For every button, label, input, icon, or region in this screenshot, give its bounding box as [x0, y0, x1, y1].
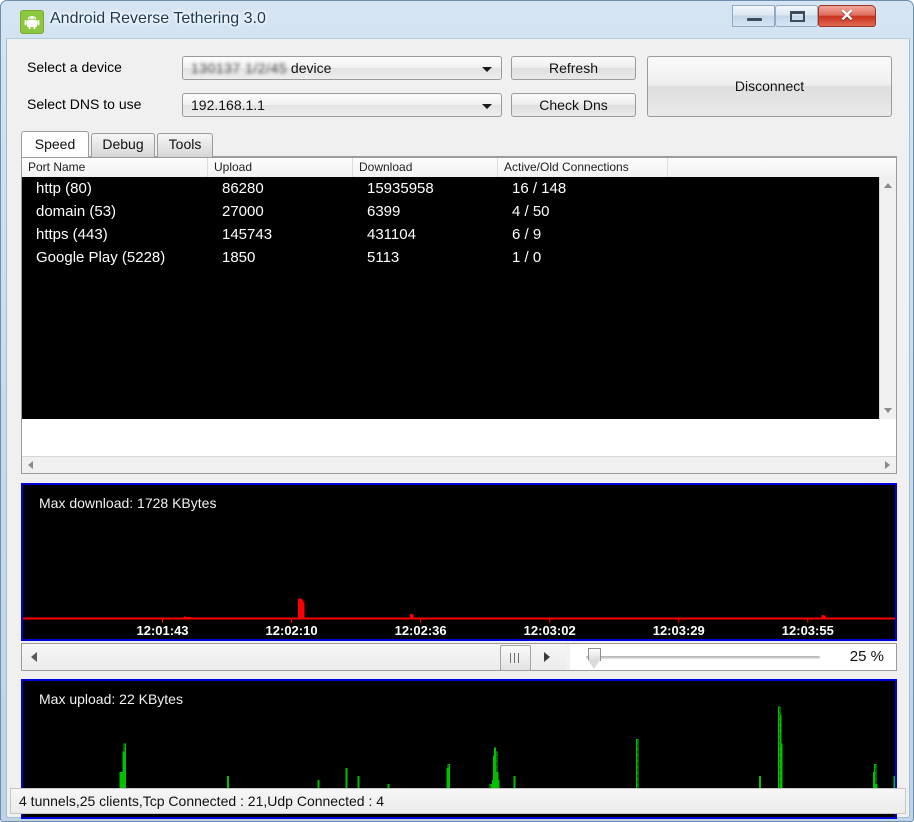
- list-horizontal-scrollbar[interactable]: [22, 456, 896, 473]
- column-header-active-old-connections[interactable]: Active/Old Connections: [498, 158, 668, 177]
- device-value-suffix: device: [287, 60, 332, 76]
- refresh-button[interactable]: Refresh: [511, 56, 636, 80]
- grip-icon: [510, 653, 521, 663]
- table-row[interactable]: https (443) 145743 431104 6 / 9: [22, 223, 896, 246]
- axis-tick-label: 12:03:55: [781, 623, 834, 638]
- scroll-up-arrow[interactable]: [880, 177, 897, 194]
- axis-tick-label: 12:03:02: [523, 623, 576, 638]
- table-cell: https (443): [36, 226, 108, 243]
- connections-list: Port Name Upload Download Active/Old Connec…: [21, 157, 897, 474]
- download-graph-axis: 12:01:43 12:02:10 12:02:36 12:03:02 12:03:29…: [23, 621, 895, 639]
- table-row[interactable]: http (80) 86280 15935958 16 / 148: [22, 177, 896, 200]
- graph-scroll-left-arrow[interactable]: [24, 644, 44, 670]
- zoom-slider-track[interactable]: [586, 656, 820, 659]
- table-cell: 1850: [222, 249, 256, 266]
- table-cell: 1 / 0: [512, 249, 542, 266]
- graph-scroll-bar: 25 %: [21, 643, 897, 671]
- download-graph: Max download: 1728 KBytes 12:01:43 12:02:…: [21, 483, 897, 641]
- table-cell: 86280: [222, 180, 264, 197]
- column-header-upload[interactable]: Upload: [208, 158, 353, 177]
- tab-strip: Speed Debug Tools: [21, 131, 897, 157]
- dns-value: 192.168.1.1: [191, 97, 265, 113]
- axis-tick-label: 12:03:29: [652, 623, 705, 638]
- scroll-down-arrow[interactable]: [880, 402, 897, 419]
- graph-horizontal-scrollbar[interactable]: [22, 644, 566, 671]
- close-button[interactable]: ✕: [818, 5, 876, 27]
- tab-tools[interactable]: Tools: [157, 133, 213, 157]
- maximize-icon: [790, 11, 805, 22]
- app-window: Android Reverse Tethering 3.0 ✕ Select a…: [0, 0, 914, 822]
- axis-tick-label: 12:01:43: [136, 623, 189, 638]
- maximize-button[interactable]: [775, 5, 818, 27]
- table-cell: Google Play (5228): [36, 249, 166, 266]
- minimize-icon: [747, 18, 762, 21]
- device-label: Select a device: [27, 59, 122, 75]
- axis-tick-label: 12:02:36: [394, 623, 447, 638]
- chevron-down-icon: [482, 104, 492, 109]
- scroll-right-arrow[interactable]: [879, 457, 896, 474]
- dns-label: Select DNS to use: [27, 96, 142, 112]
- column-header-port-name[interactable]: Port Name: [22, 158, 208, 177]
- table-cell: 27000: [222, 203, 264, 220]
- table-cell: 6 / 9: [512, 226, 542, 243]
- zoom-slider[interactable]: 25 %: [570, 644, 896, 670]
- table-cell: 431104: [367, 226, 416, 243]
- table-cell: 4 / 50: [512, 203, 550, 220]
- disconnect-button[interactable]: Disconnect: [647, 56, 892, 117]
- column-header-download[interactable]: Download: [353, 158, 498, 177]
- graph-scroll-right-arrow[interactable]: [537, 644, 557, 670]
- device-value-blurred: 130137 1/2/45: [191, 60, 288, 76]
- title-bar[interactable]: Android Reverse Tethering 3.0 ✕: [6, 5, 910, 38]
- scroll-left-arrow[interactable]: [22, 457, 39, 474]
- device-select[interactable]: 130137 1/2/45 device: [182, 56, 502, 80]
- dns-select[interactable]: 192.168.1.1: [182, 93, 502, 117]
- table-row[interactable]: Google Play (5228) 1850 5113 1 / 0: [22, 246, 896, 269]
- chevron-down-icon: [482, 67, 492, 72]
- status-bar: 4 tunnels,25 clients,Tcp Connected : 21,…: [10, 788, 906, 814]
- zoom-percent-label: 25 %: [849, 648, 884, 665]
- table-cell: 16 / 148: [512, 180, 567, 197]
- tab-speed[interactable]: Speed: [21, 131, 89, 157]
- list-rows[interactable]: http (80) 86280 15935958 16 / 148 domain (53…: [22, 177, 896, 419]
- upload-graph-title: Max upload: 22 KBytes: [39, 691, 183, 707]
- window-title: Android Reverse Tethering 3.0: [50, 10, 266, 27]
- download-graph-title: Max download: 1728 KBytes: [39, 495, 217, 511]
- android-icon: [20, 10, 44, 34]
- list-vertical-scrollbar[interactable]: [879, 177, 896, 419]
- axis-tick-label: 12:02:10: [265, 623, 318, 638]
- tab-debug[interactable]: Debug: [91, 133, 155, 157]
- table-cell: http (80): [36, 180, 92, 197]
- check-dns-button[interactable]: Check Dns: [511, 93, 636, 117]
- client-area: Select a device 130137 1/2/45 device Sel…: [6, 38, 910, 819]
- minimize-button[interactable]: [732, 5, 775, 27]
- table-cell: 6399: [367, 203, 401, 220]
- table-cell: 5113: [367, 249, 400, 266]
- table-cell: 145743: [222, 226, 273, 243]
- graph-scroll-thumb[interactable]: [500, 645, 531, 671]
- table-cell: domain (53): [36, 203, 117, 220]
- table-cell: 15935958: [367, 180, 434, 197]
- list-column-headers: Port Name Upload Download Active/Old Connec…: [22, 158, 896, 178]
- close-icon: ✕: [839, 6, 855, 25]
- zoom-slider-thumb[interactable]: [588, 648, 601, 669]
- table-row[interactable]: domain (53) 27000 6399 4 / 50: [22, 200, 896, 223]
